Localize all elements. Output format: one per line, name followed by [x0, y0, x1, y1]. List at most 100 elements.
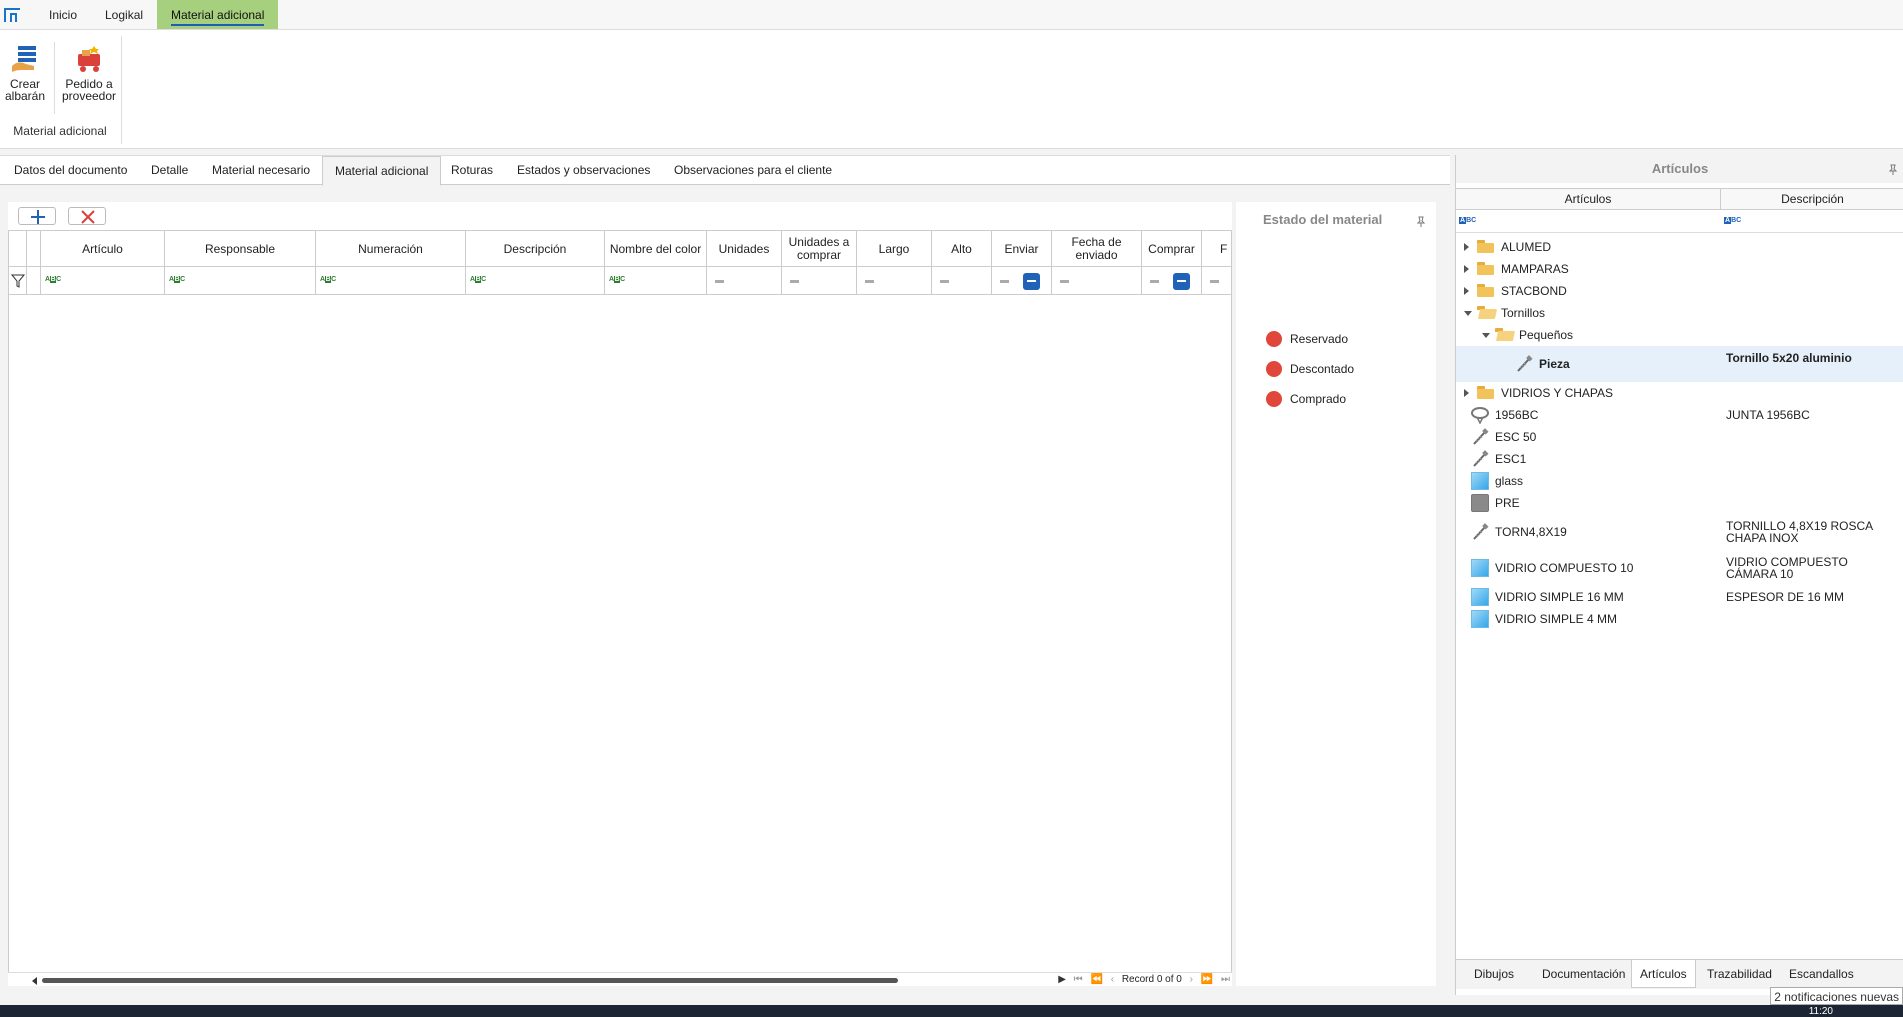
- folder-icon: [1477, 284, 1494, 297]
- tree-item[interactable]: Tornillos: [1456, 302, 1903, 324]
- tree-item[interactable]: VIDRIO SIMPLE 4 MM: [1456, 608, 1903, 630]
- horizontal-scrollbar[interactable]: ▶ ⏮ ⏪ ‹ Record 0 of 0 › ⏩ ⏭: [8, 972, 1232, 986]
- tab-material-adicional[interactable]: Material adicional: [322, 156, 442, 186]
- menu-material-adicional[interactable]: Material adicional: [157, 0, 279, 29]
- pin-icon[interactable]: [1416, 216, 1426, 228]
- menu-logikal[interactable]: Logikal: [91, 0, 157, 29]
- col-header-descripcion[interactable]: Descripción: [1721, 189, 1903, 209]
- material-adicional-grid: Artículo Responsable Numeración Descripc…: [8, 230, 1232, 986]
- pager-last-icon[interactable]: ⏭: [1221, 973, 1230, 987]
- app-logo-icon[interactable]: [4, 8, 20, 22]
- scrollbar-thumb[interactable]: [42, 978, 898, 983]
- filter-descripcion[interactable]: ABC: [466, 267, 605, 295]
- crear-albaran-button[interactable]: Crear albarán: [2, 44, 48, 102]
- tree-item[interactable]: 1956BC JUNTA 1956BC: [1456, 404, 1903, 426]
- col-header-responsable[interactable]: Responsable: [165, 231, 316, 267]
- tree-item-label: Tornillos: [1501, 306, 1546, 320]
- collapse-arrow-icon[interactable]: [1464, 311, 1472, 316]
- filter-articulos[interactable]: ABC: [1459, 217, 1476, 224]
- col-header-fecha-enviado[interactable]: Fecha de enviado: [1052, 231, 1142, 267]
- tree-item[interactable]: VIDRIO SIMPLE 16 MM ESPESOR DE 16 MM: [1456, 586, 1903, 608]
- filter-unidades-comprar[interactable]: [782, 267, 857, 295]
- legend-reservado: Reservado: [1266, 331, 1348, 347]
- pager-prev-icon[interactable]: ‹: [1111, 973, 1114, 987]
- col-header-nombre-color[interactable]: Nombre del color: [605, 231, 707, 267]
- col-header-articulos[interactable]: Artículos: [1456, 189, 1721, 209]
- collapse-arrow-icon[interactable]: [1482, 333, 1490, 338]
- tree-item[interactable]: PRE: [1456, 492, 1903, 514]
- filter-icon[interactable]: [9, 267, 27, 295]
- tree-item[interactable]: STACBOND: [1456, 280, 1903, 302]
- notification-toast[interactable]: 2 notificaciones nuevas: [1770, 987, 1903, 1005]
- col-header-descripcion[interactable]: Descripción: [466, 231, 605, 267]
- tab-escandallos[interactable]: Escandallos: [1781, 960, 1862, 988]
- tree-item[interactable]: VIDRIOS Y CHAPAS: [1456, 382, 1903, 404]
- pager-next-page-icon[interactable]: ⏩: [1201, 973, 1213, 987]
- pedido-proveedor-button[interactable]: Pedido a proveedor: [60, 44, 118, 102]
- col-header-largo[interactable]: Largo: [857, 231, 932, 267]
- col-header-unidades[interactable]: Unidades: [707, 231, 782, 267]
- grid-pager: ▶ ⏮ ⏪ ‹ Record 0 of 0 › ⏩ ⏭: [1053, 973, 1230, 987]
- tree-item[interactable]: ESC 50: [1456, 426, 1903, 448]
- enviar-checkbox[interactable]: [1023, 273, 1040, 290]
- tree-item[interactable]: Pequeños: [1456, 324, 1903, 346]
- col-header-comprar[interactable]: Comprar: [1142, 231, 1202, 267]
- comprar-checkbox[interactable]: [1173, 273, 1190, 290]
- filter-descripcion[interactable]: ABC: [1724, 217, 1741, 224]
- filter-alto[interactable]: [932, 267, 992, 295]
- filter-responsable[interactable]: ABC: [165, 267, 316, 295]
- tab-dibujos[interactable]: Dibujos: [1466, 960, 1522, 988]
- tree-item[interactable]: ALUMED: [1456, 236, 1903, 258]
- filter-truncated[interactable]: [1202, 267, 1231, 295]
- screw-icon: [1515, 355, 1533, 373]
- tab-trazabilidad[interactable]: Trazabilidad: [1699, 960, 1780, 988]
- filter-numeracion[interactable]: ABC: [316, 267, 466, 295]
- col-header-unidades-comprar[interactable]: Unidades a comprar: [782, 231, 857, 267]
- crear-albaran-label-2: albarán: [4, 89, 46, 103]
- filter-enviar[interactable]: [992, 267, 1052, 295]
- tree-item-description: TORNILLO 4,8X19 ROSCA CHAPA INOX: [1726, 519, 1873, 545]
- add-button[interactable]: [18, 207, 56, 225]
- filter-nombre-color[interactable]: ABC: [605, 267, 707, 295]
- pager-first-icon[interactable]: ⏮: [1074, 973, 1083, 987]
- tab-observaciones-cliente[interactable]: Observaciones para el cliente: [662, 156, 844, 185]
- filter-fecha-enviado[interactable]: [1052, 267, 1142, 295]
- legend-dot-icon: [1266, 331, 1282, 347]
- col-header-articulo[interactable]: Artículo: [41, 231, 165, 267]
- tree-item[interactable]: Pieza Tornillo 5x20 aluminio: [1456, 346, 1903, 382]
- pager-next-record-icon[interactable]: ›: [1190, 973, 1193, 987]
- filter-unidades[interactable]: [707, 267, 782, 295]
- tab-documentacion[interactable]: Documentación: [1534, 960, 1633, 988]
- col-header-alto[interactable]: Alto: [932, 231, 992, 267]
- pager-prev-page-icon[interactable]: ⏪: [1090, 973, 1102, 987]
- col-header-truncated[interactable]: F: [1202, 231, 1231, 267]
- tree-item[interactable]: MAMPARAS: [1456, 258, 1903, 280]
- tab-estados-observaciones[interactable]: Estados y observaciones: [505, 156, 662, 185]
- scroll-left-icon[interactable]: [32, 977, 37, 985]
- tree-item[interactable]: glass: [1456, 470, 1903, 492]
- tree-item-label: Pieza: [1539, 357, 1570, 371]
- filter-articulo[interactable]: ABC: [41, 267, 165, 295]
- col-header-numeracion[interactable]: Numeración: [316, 231, 466, 267]
- tree-item-label: ALUMED: [1501, 240, 1552, 254]
- pager-next-icon[interactable]: ▶: [1058, 973, 1066, 987]
- tab-datos-documento[interactable]: Datos del documento: [2, 156, 139, 185]
- main-content: Artículo Responsable Numeración Descripc…: [0, 186, 1450, 996]
- expand-arrow-icon[interactable]: [1464, 287, 1469, 295]
- tree-item[interactable]: VIDRIO COMPUESTO 10 VIDRIO COMPUESTO CÁMA…: [1456, 550, 1903, 586]
- menu-inicio[interactable]: Inicio: [35, 0, 91, 29]
- filter-largo[interactable]: [857, 267, 932, 295]
- tab-roturas[interactable]: Roturas: [439, 156, 505, 185]
- pin-icon[interactable]: [1888, 164, 1898, 176]
- delete-button[interactable]: [68, 207, 106, 225]
- expand-arrow-icon[interactable]: [1464, 243, 1469, 251]
- tree-item[interactable]: ESC1: [1456, 448, 1903, 470]
- expand-arrow-icon[interactable]: [1464, 265, 1469, 273]
- tree-item[interactable]: TORN4,8X19 TORNILLO 4,8X19 ROSCA CHAPA IN…: [1456, 514, 1903, 550]
- tab-detalle[interactable]: Detalle: [139, 156, 200, 185]
- col-header-enviar[interactable]: Enviar: [992, 231, 1052, 267]
- tab-material-necesario[interactable]: Material necesario: [200, 156, 322, 185]
- filter-comprar[interactable]: [1142, 267, 1202, 295]
- expand-arrow-icon[interactable]: [1464, 389, 1469, 397]
- tab-articulos[interactable]: Artículos: [1631, 960, 1696, 988]
